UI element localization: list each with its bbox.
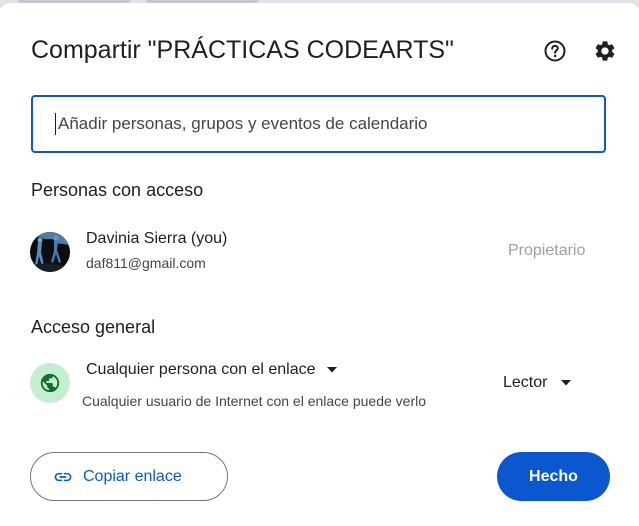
globe-icon: [40, 373, 60, 393]
copy-link-button[interactable]: Copiar enlace: [30, 452, 228, 501]
globe-badge: [30, 363, 70, 403]
add-people-field[interactable]: [31, 95, 606, 153]
general-access-description: Cualquier usuario de Internet con el enl…: [82, 393, 427, 409]
link-icon: [54, 472, 72, 481]
dialog-title: Compartir "PRÁCTICAS CODEARTS": [31, 36, 454, 64]
dropdown-arrow-icon: [327, 367, 338, 373]
text-cursor: [55, 113, 56, 135]
general-access-dropdown[interactable]: Cualquier persona con el enlace: [86, 361, 338, 379]
person-email: daf811@gmail.com: [86, 255, 206, 271]
add-people-input[interactable]: [58, 114, 578, 134]
settings-button[interactable]: [591, 37, 619, 65]
people-with-access-heading: Personas con acceso: [31, 180, 204, 200]
copy-link-label: Copiar enlace: [83, 467, 182, 485]
avatar: [30, 232, 70, 272]
general-access-selected: Cualquier persona con el enlace: [86, 361, 316, 378]
general-access-role-dropdown[interactable]: Lector: [503, 374, 572, 392]
gear-icon: [595, 41, 615, 61]
general-access-heading: Acceso general: [31, 317, 156, 337]
help-button[interactable]: [541, 37, 569, 65]
person-role: Propietario: [508, 242, 586, 259]
dropdown-arrow-icon: [561, 380, 572, 386]
share-dialog: Compartir "PRÁCTICAS CODEARTS" Personas …: [0, 3, 639, 526]
general-access-role: Lector: [503, 374, 548, 391]
done-button[interactable]: Hecho: [497, 452, 610, 501]
person-name: Davinia Sierra (you): [86, 230, 228, 247]
help-circle-icon: [544, 40, 566, 62]
